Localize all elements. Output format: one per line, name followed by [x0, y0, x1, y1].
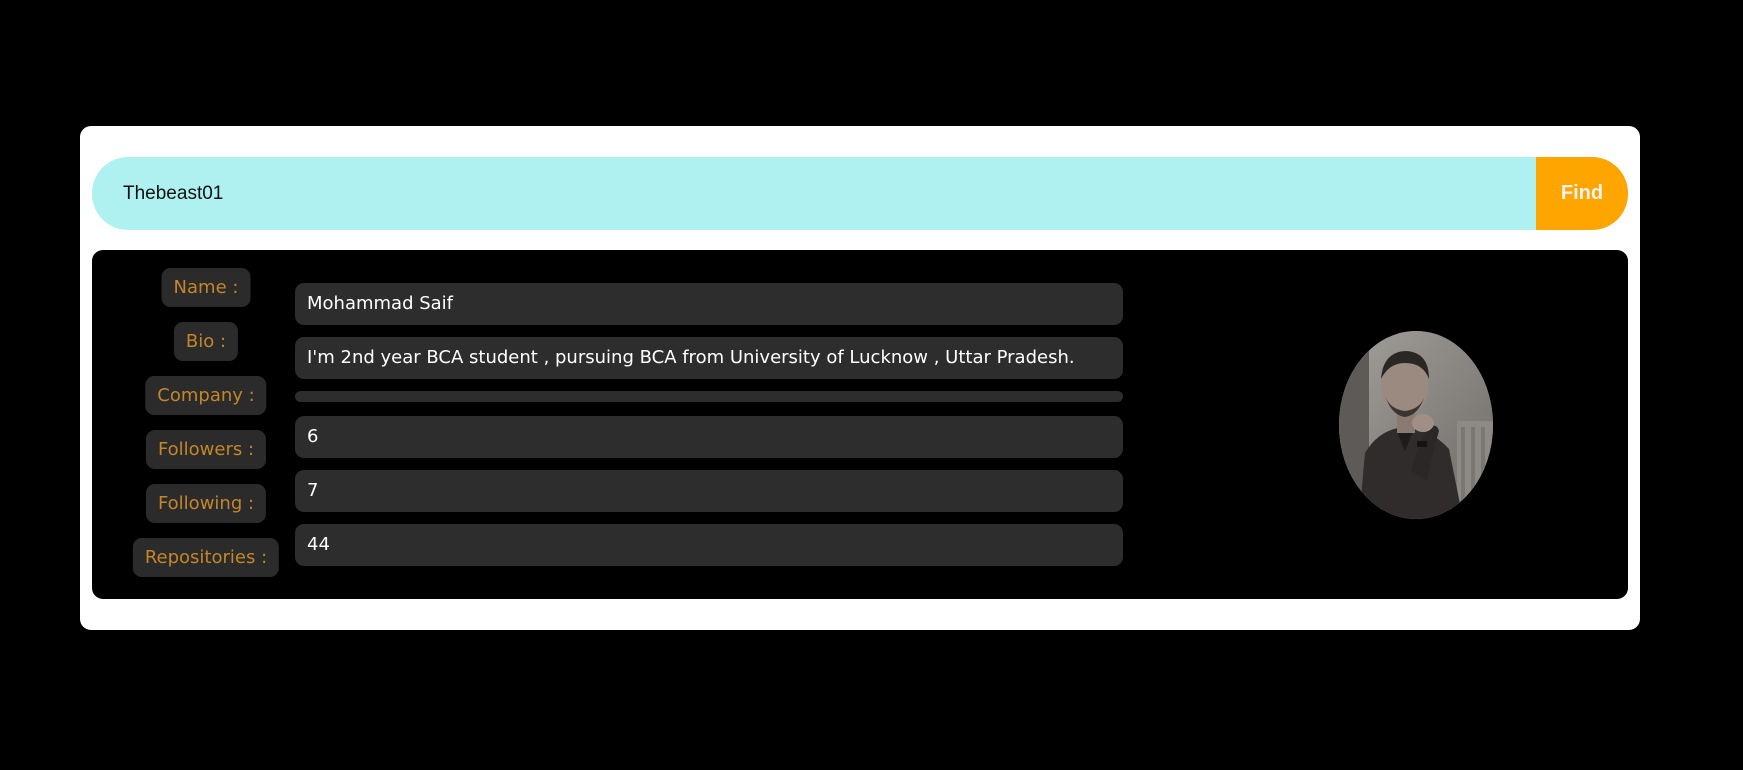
- profile-panel: Name : Bio : Company : Followers : Follo…: [92, 250, 1628, 599]
- username-input[interactable]: [92, 157, 1536, 230]
- followers-value: 6: [295, 416, 1123, 458]
- bio-value: I'm 2nd year BCA student , pursuing BCA …: [295, 337, 1123, 379]
- following-value: 7: [295, 470, 1123, 512]
- name-label: Name :: [161, 268, 251, 307]
- followers-label: Followers :: [145, 430, 267, 469]
- name-value: Mohammad Saif: [295, 283, 1123, 325]
- github-profile-card: Find Name : Bio : Company : Followers : …: [80, 126, 1640, 630]
- repositories-label: Repositories :: [132, 538, 280, 577]
- following-label: Following :: [145, 484, 267, 523]
- find-button[interactable]: Find: [1536, 157, 1628, 230]
- company-label: Company :: [145, 376, 267, 415]
- avatar: [1339, 331, 1493, 519]
- avatar-photo: [1339, 331, 1493, 519]
- repositories-value: 44: [295, 524, 1123, 566]
- company-value: [295, 391, 1123, 402]
- bio-label: Bio :: [173, 322, 239, 361]
- search-bar: Find: [92, 157, 1628, 230]
